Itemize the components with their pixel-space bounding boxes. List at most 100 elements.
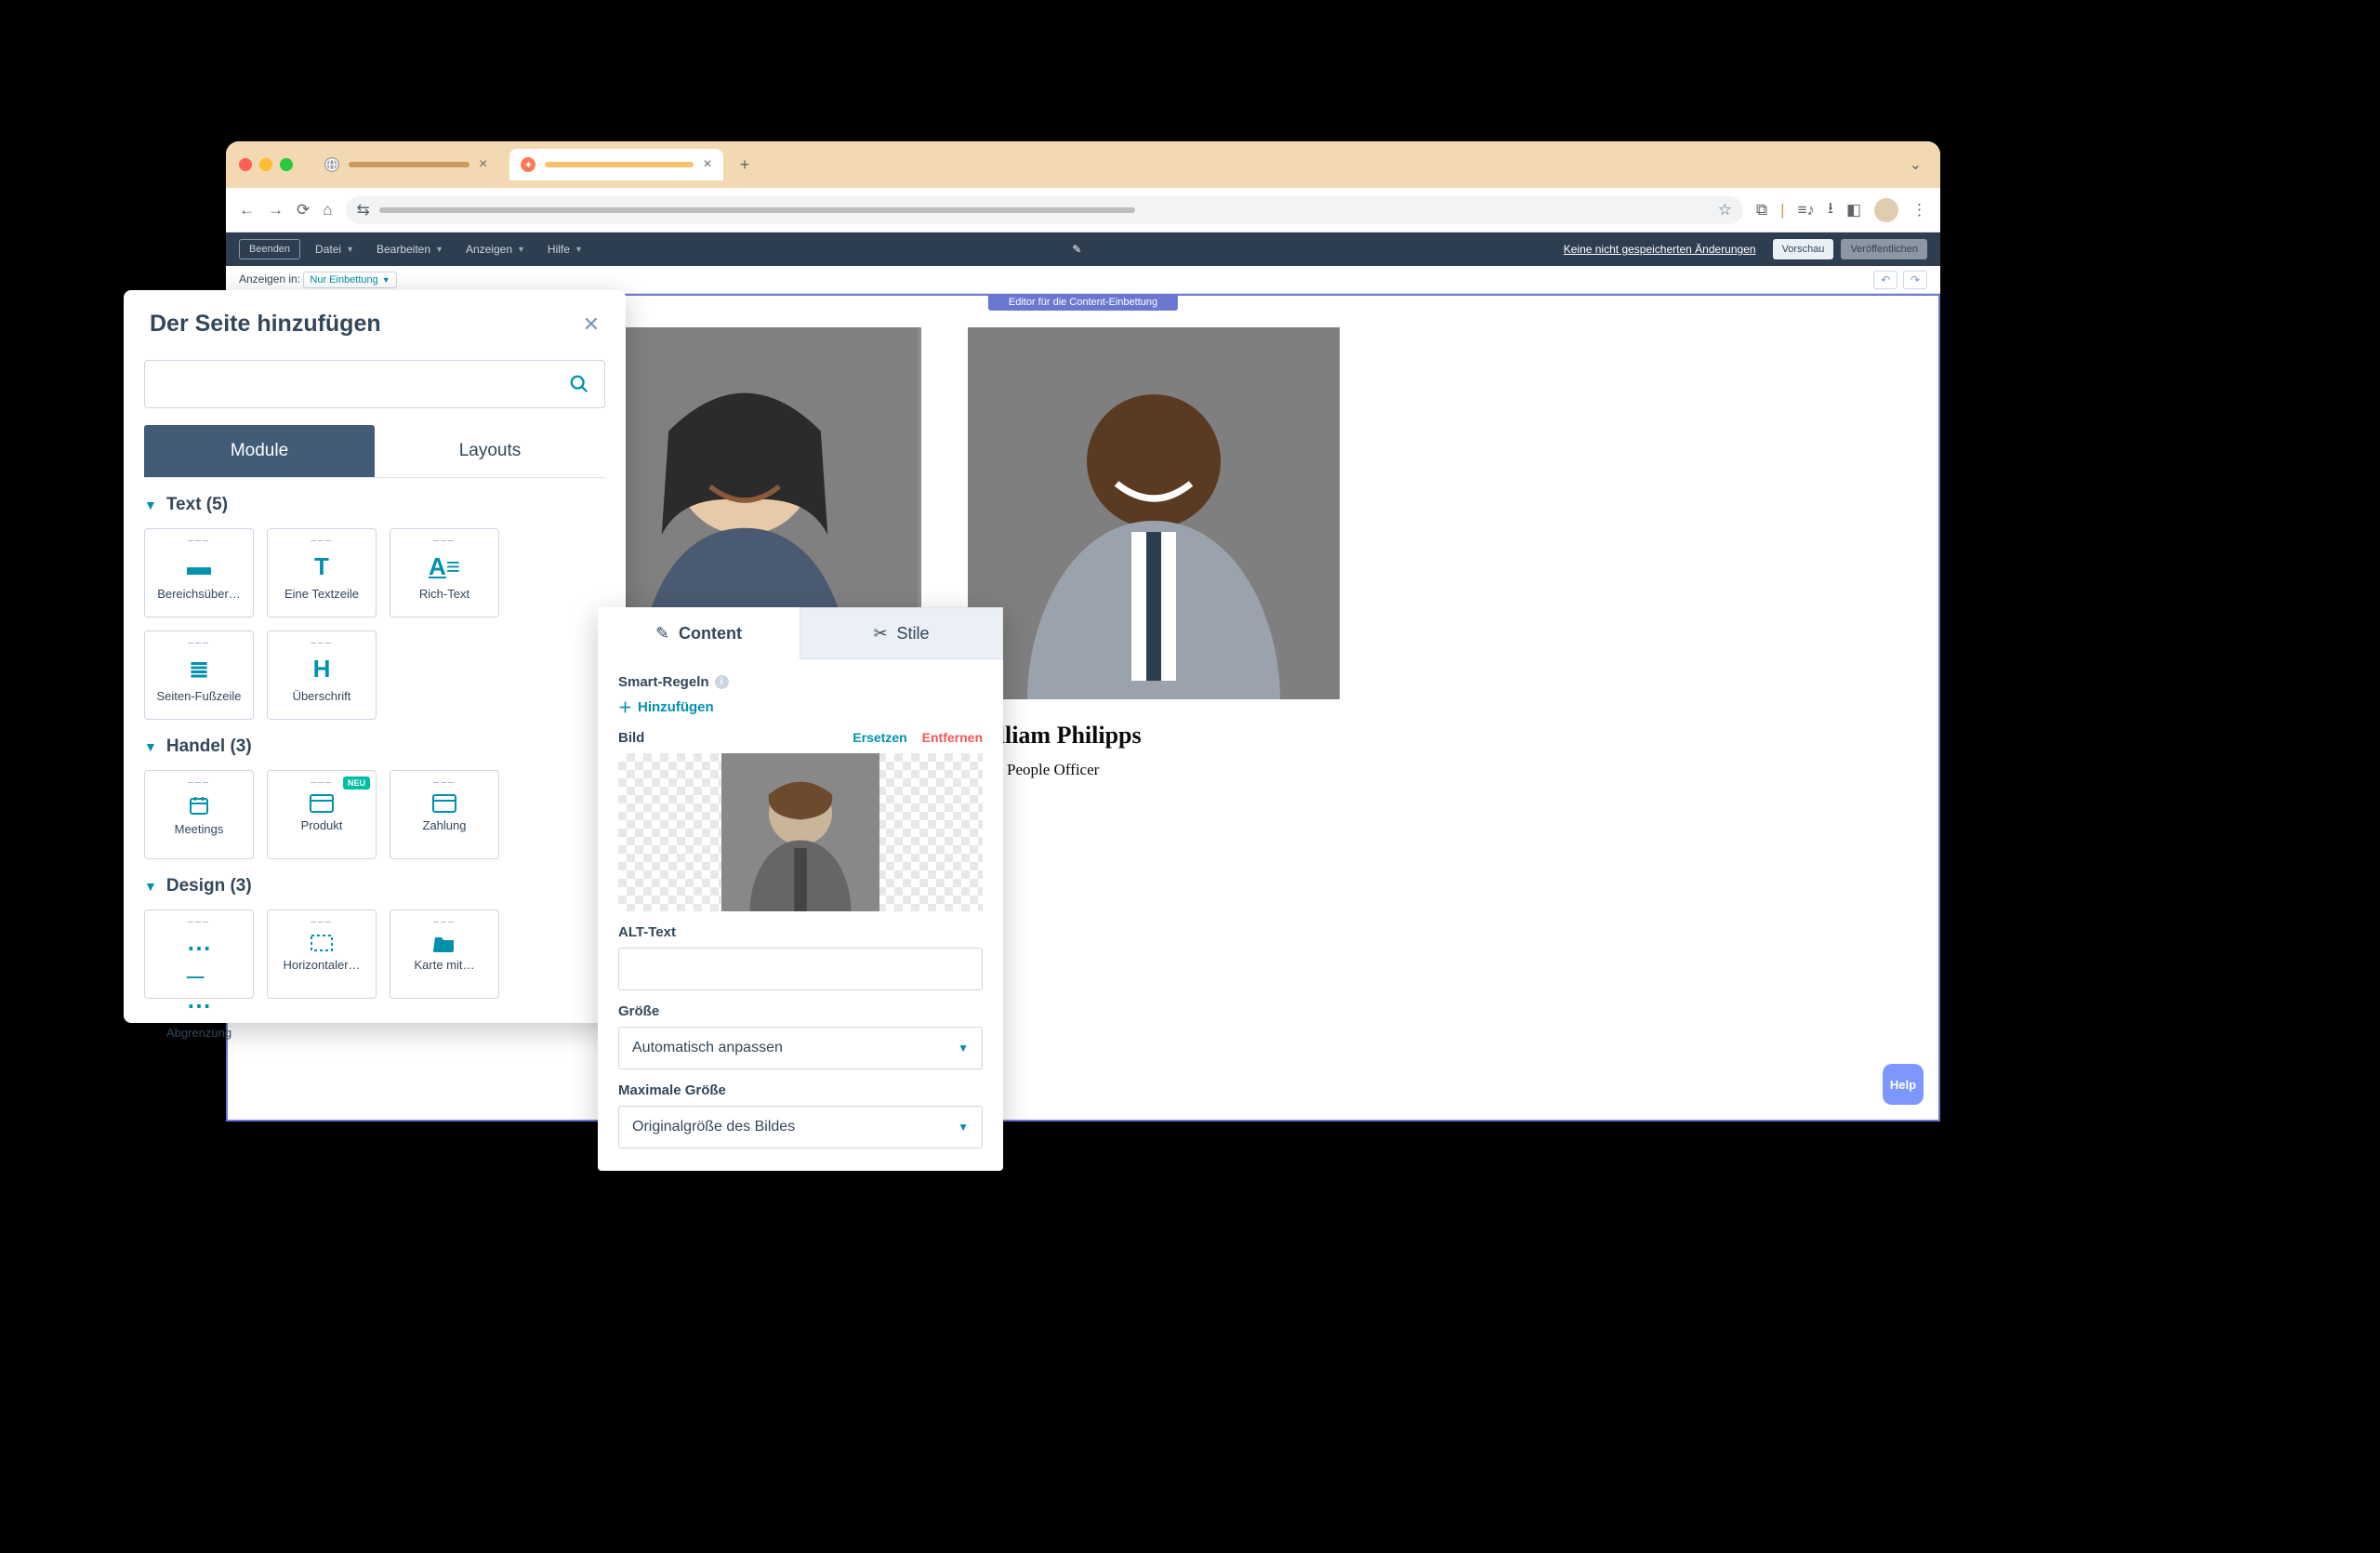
browser-tab-strip: × ✦ × + ⌄ [226,141,1940,188]
preview-button[interactable]: Vorschau [1773,239,1834,259]
module-search-input[interactable] [144,360,605,408]
view-in-label: Anzeigen in: [239,272,300,285]
team-card-3[interactable]: William Philipps Chief People Officer [968,327,1340,779]
nav-home-icon[interactable]: ⌂ [323,201,332,219]
size-select[interactable]: Automatisch anpassen▼ [618,1027,983,1069]
replace-image-link[interactable]: Ersetzen [853,730,906,745]
bookmark-star-icon[interactable]: ☆ [1718,201,1732,219]
window-close-icon[interactable] [239,158,252,171]
max-size-select[interactable]: Originalgröße des Bildes▼ [618,1106,983,1148]
save-status[interactable]: Keine nicht gespeicherten Änderungen [1564,243,1756,256]
card-icon [310,794,334,813]
alt-text-label: ALT-Text [618,924,983,940]
section-commerce-header[interactable]: ▼Handel (3) [144,737,605,757]
view-in-select[interactable]: Nur Einbettung▼ [303,272,396,288]
tab-close-icon[interactable]: × [703,156,711,173]
nav-reload-icon[interactable]: ⟳ [297,201,310,219]
scissors-icon: ✂ [873,624,887,644]
search-icon [569,374,589,394]
chevron-down-icon: ▼ [144,498,157,512]
new-tab-button[interactable]: + [740,155,750,175]
undo-button[interactable]: ↶ [1873,271,1897,289]
chevron-down-icon: ▼ [144,879,157,894]
tab-layouts[interactable]: Layouts [375,425,605,477]
alt-text-input[interactable] [618,948,983,990]
tab-content[interactable]: ✎Content [598,607,800,659]
tab-close-icon[interactable]: × [479,156,487,173]
new-badge: NEU [343,776,370,790]
browser-tab-2-active[interactable]: ✦ × [509,149,722,180]
module-rich-text[interactable]: ┄┄┄A≡Rich-Text [390,528,499,617]
card-icon [432,794,456,813]
exit-button[interactable]: Beenden [239,239,300,259]
section-header-icon: ▬ [187,552,211,581]
menu-file[interactable]: Datei▼ [308,239,362,259]
module-card[interactable]: ┄┄┄Karte mit… [390,909,499,999]
panel-title: Der Seite hinzufügen [150,311,381,338]
globe-icon [324,157,339,172]
menu-edit[interactable]: Bearbeiten▼ [369,239,451,259]
remove-image-link[interactable]: Entfernen [922,730,983,745]
calendar-icon [188,794,210,816]
section-text-header[interactable]: ▼Text (5) [144,495,605,515]
footer-icon: ≣ [189,655,209,684]
module-divider[interactable]: ┄┄┄⋯─⋯Abgrenzung [144,909,254,999]
close-panel-icon[interactable]: ✕ [583,312,600,337]
reading-list-icon[interactable]: ≡♪ [1798,201,1815,219]
hubspot-icon: ✦ [521,157,536,172]
address-bar[interactable]: ⇆ ☆ [346,196,1743,224]
extensions-icon[interactable]: ⧉ [1756,201,1767,219]
window-zoom-icon[interactable] [280,158,293,171]
heading-icon: H [313,655,331,684]
chevron-down-icon: ▼ [958,1121,969,1134]
tab-styles[interactable]: ✂Stile [800,607,1003,659]
spacer-icon [310,934,334,952]
text-icon: T [314,552,329,581]
menu-help[interactable]: Hilfe▼ [540,239,590,259]
module-page-footer[interactable]: ┄┄┄≣Seiten-Fußzeile [144,630,254,720]
site-settings-icon[interactable]: ⇆ [357,201,370,219]
chevron-down-icon: ▼ [144,739,157,754]
module-section-header[interactable]: ┄┄┄▬Bereichsüber… [144,528,254,617]
url-placeholder [379,207,1136,213]
canvas-ribbon-label: Editor für die Content-Einbettung [988,294,1178,311]
rich-text-icon: A≡ [429,552,460,581]
add-to-page-panel: Der Seite hinzufügen ✕ Module Layouts ▼T… [124,290,626,1023]
module-product[interactable]: NEU┄┄┄Produkt [267,770,377,859]
browser-tab-1[interactable]: × [313,149,498,180]
nav-forward-icon[interactable]: → [268,201,284,219]
tab-modules[interactable]: Module [144,425,375,477]
edit-pencil-icon[interactable]: ✎ [1072,243,1081,256]
portrait-image [968,327,1340,699]
module-payment[interactable]: ┄┄┄Zahlung [390,770,499,859]
publish-button[interactable]: Veröffentlichen [1841,239,1927,259]
downloads-icon[interactable]: ⭳ [1828,196,1833,223]
tab-title-placeholder [545,162,694,167]
plus-icon: ＋ [618,697,632,717]
tab-title-placeholder [349,162,469,167]
smart-rules-label: Smart-Regelni [618,674,983,690]
module-properties-panel: ✎Content ✂Stile Smart-Regelni ＋Hinzufüge… [598,607,1003,1171]
module-horizontal-spacer[interactable]: ┄┄┄Horizontaler… [267,909,377,999]
redo-button[interactable]: ↷ [1903,271,1927,289]
image-preview[interactable] [618,753,983,911]
info-icon[interactable]: i [715,675,729,689]
module-meetings[interactable]: ┄┄┄Meetings [144,770,254,859]
tabs-dropdown-icon[interactable]: ⌄ [1910,155,1922,174]
image-thumbnail [721,753,879,911]
section-design-header[interactable]: ▼Design (3) [144,876,605,896]
kebab-menu-icon[interactable]: ⋮ [1911,201,1927,219]
window-controls [239,158,293,171]
person-role: Chief People Officer [968,761,1340,779]
menu-view[interactable]: Anzeigen▼ [458,239,533,259]
add-smart-rule-button[interactable]: ＋Hinzufügen [618,697,983,717]
sidepanel-icon[interactable]: ◧ [1846,201,1861,219]
window-minimize-icon[interactable] [259,158,272,171]
person-name: William Philipps [968,722,1340,750]
module-heading[interactable]: ┄┄┄HÜberschrift [267,630,377,720]
pencil-icon: ✎ [655,624,669,644]
module-single-line-text[interactable]: ┄┄┄TEine Textzeile [267,528,377,617]
nav-back-icon[interactable]: ← [239,201,255,219]
profile-avatar-icon[interactable] [1874,198,1898,222]
help-button[interactable]: Help [1883,1064,1924,1105]
